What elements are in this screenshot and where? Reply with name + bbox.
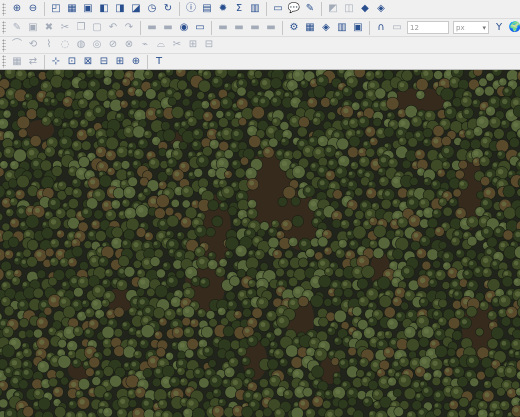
deselect-icon[interactable]: ◫ [342,2,356,16]
plugin-d-icon[interactable]: ▣ [351,21,365,35]
cut-features-icon[interactable]: ✂ [58,21,72,35]
text-annotation-icon[interactable]: T [152,55,166,69]
zoom-last-icon[interactable]: ◧ [97,2,111,16]
settings-icon[interactable]: ✹ [216,2,230,16]
select-features-icon[interactable]: ◩ [326,2,340,16]
add-ring-icon[interactable]: ◌ [58,38,72,52]
raster-clip-icon[interactable]: ⊟ [97,55,111,69]
label-pin-icon[interactable]: ▬ [145,21,159,35]
map-navigation-toolbar: ⊕ ⊖ ◰ ▦ ▣ ◧ ◨ ◪ ◷ ↻ ⓘ ▤ ✹ Σ ▥ ▭ 💬 ✎ ◩ ◫ ◆ ◈ [0,0,520,19]
digitizing-toolbar: ✎▣✖✂❐▢↶↷▬▬◉▭▬▬▬▬⚙▦◈▥▣∩▭12pxY🌍◆ [0,19,520,37]
reshape-icon[interactable]: ⌁ [138,38,152,52]
advanced-digitizing-toolbar: ⌒ ⟲ ⌇ ◌ ◍ ◎ ⊘ ⊗ ⌁ ⌓ ✂ ⊞ ⊟ [0,37,520,54]
toolbar-separator [211,20,212,35]
zoom-layer-icon[interactable]: ◰ [49,2,63,16]
rotate-feature-icon[interactable]: ⟲ [26,38,40,52]
fill-ring-icon[interactable]: ◎ [90,38,104,52]
topology-icon[interactable]: 🌍 [508,21,520,35]
copy-features-icon[interactable]: ❐ [74,21,88,35]
zoom-native-icon[interactable]: ▣ [81,2,95,16]
toolbar-separator [282,20,283,35]
vertex-tool-icon[interactable]: ▦ [10,55,24,69]
refresh-icon[interactable]: ↻ [161,2,175,16]
measure-icon[interactable]: ▭ [271,2,285,16]
snapping-icon[interactable]: ▭ [390,21,404,35]
new-bookmark-icon[interactable]: ◪ [129,2,143,16]
toolbar-separator [369,20,370,35]
temporal-controller-icon[interactable]: ◷ [145,2,159,16]
align-rasters-icon[interactable]: ⊡ [65,55,79,69]
attribute-table-icon[interactable]: ▤ [200,2,214,16]
raster-translate-icon[interactable]: ⊕ [129,55,143,69]
simplify-icon[interactable]: ⌇ [42,38,56,52]
plugin-c-icon[interactable]: ▥ [335,21,349,35]
delete-feature-icon[interactable]: ✖ [42,21,56,35]
label-move-icon[interactable]: ▭ [193,21,207,35]
paste-features-icon[interactable]: ▢ [90,21,104,35]
layer-style-icon[interactable]: ◆ [358,2,372,16]
merge-attributes-icon[interactable]: ⊟ [202,38,216,52]
toolbar-separator [179,2,180,16]
raster-calc-icon[interactable]: ⊠ [81,55,95,69]
map-tips-icon[interactable]: 💬 [287,2,301,16]
field-calculator-icon[interactable]: ▥ [248,2,262,16]
split-features-icon[interactable]: ✂ [170,38,184,52]
toolbar-separator [44,54,45,69]
digitize-toggle-icon[interactable]: ✎ [10,21,24,35]
label-highlight-icon[interactable]: ◉ [177,21,191,35]
toolbar-separator [44,2,45,16]
python-icon[interactable]: ⚙ [287,21,301,35]
save-edits-icon[interactable]: ▣ [26,21,40,35]
toolbar-grip[interactable] [2,21,6,34]
undo-icon[interactable]: ↶ [106,21,120,35]
toolbar-separator [266,2,267,16]
toolbar-separator [147,54,148,69]
zoom-next-icon[interactable]: ◨ [113,2,127,16]
label-diagram-icon[interactable]: ▬ [264,21,278,35]
annotation-icon[interactable]: ✎ [303,2,317,16]
zoom-in-icon[interactable]: ⊕ [10,2,24,16]
statistics-icon[interactable]: Σ [232,2,246,16]
georeferencer-icon[interactable]: ⊹ [49,55,63,69]
map-canvas[interactable] [0,70,520,417]
add-part-icon[interactable]: ◍ [74,38,88,52]
label-show-icon[interactable]: ▬ [161,21,175,35]
merge-features-icon[interactable]: ⊞ [186,38,200,52]
tracing-icon[interactable]: Y [492,21,506,35]
zoom-out-icon[interactable]: ⊖ [26,2,40,16]
toolbar-grip[interactable] [2,2,6,16]
toolbar-grip[interactable] [2,55,6,68]
magnet-icon[interactable]: ∩ [374,21,388,35]
label-change-icon[interactable]: ▬ [232,21,246,35]
zoom-selection-icon[interactable]: ▦ [65,2,79,16]
delete-ring-icon[interactable]: ⊘ [106,38,120,52]
toolbar-separator [321,2,322,16]
identify-icon[interactable]: ⓘ [184,2,198,16]
curve-tool-icon[interactable]: ⌒ [10,38,24,52]
plugin-a-icon[interactable]: ▦ [303,21,317,35]
toolbar-grip[interactable] [2,38,6,52]
label-rotate-icon[interactable]: ▬ [216,21,230,35]
redo-icon[interactable]: ↷ [122,21,136,35]
reverse-line-icon[interactable]: ⇄ [26,55,40,69]
raster-tools-toolbar: ▦ ⇄ ⊹ ⊡ ⊠ ⊟ ⊞ ⊕ T [0,54,520,70]
plugin-b-icon[interactable]: ◈ [319,21,333,35]
label-tool-icon[interactable]: ◈ [374,2,388,16]
snap-units-combo[interactable]: px [453,21,489,34]
aerial-forest-image [0,70,520,417]
raster-merge-icon[interactable]: ⊞ [113,55,127,69]
snap-tolerance-field[interactable]: 12 [407,21,449,34]
offset-curve-icon[interactable]: ⌓ [154,38,168,52]
delete-part-icon[interactable]: ⊗ [122,38,136,52]
label-props-icon[interactable]: ▬ [248,21,262,35]
toolbar-separator [140,20,141,35]
